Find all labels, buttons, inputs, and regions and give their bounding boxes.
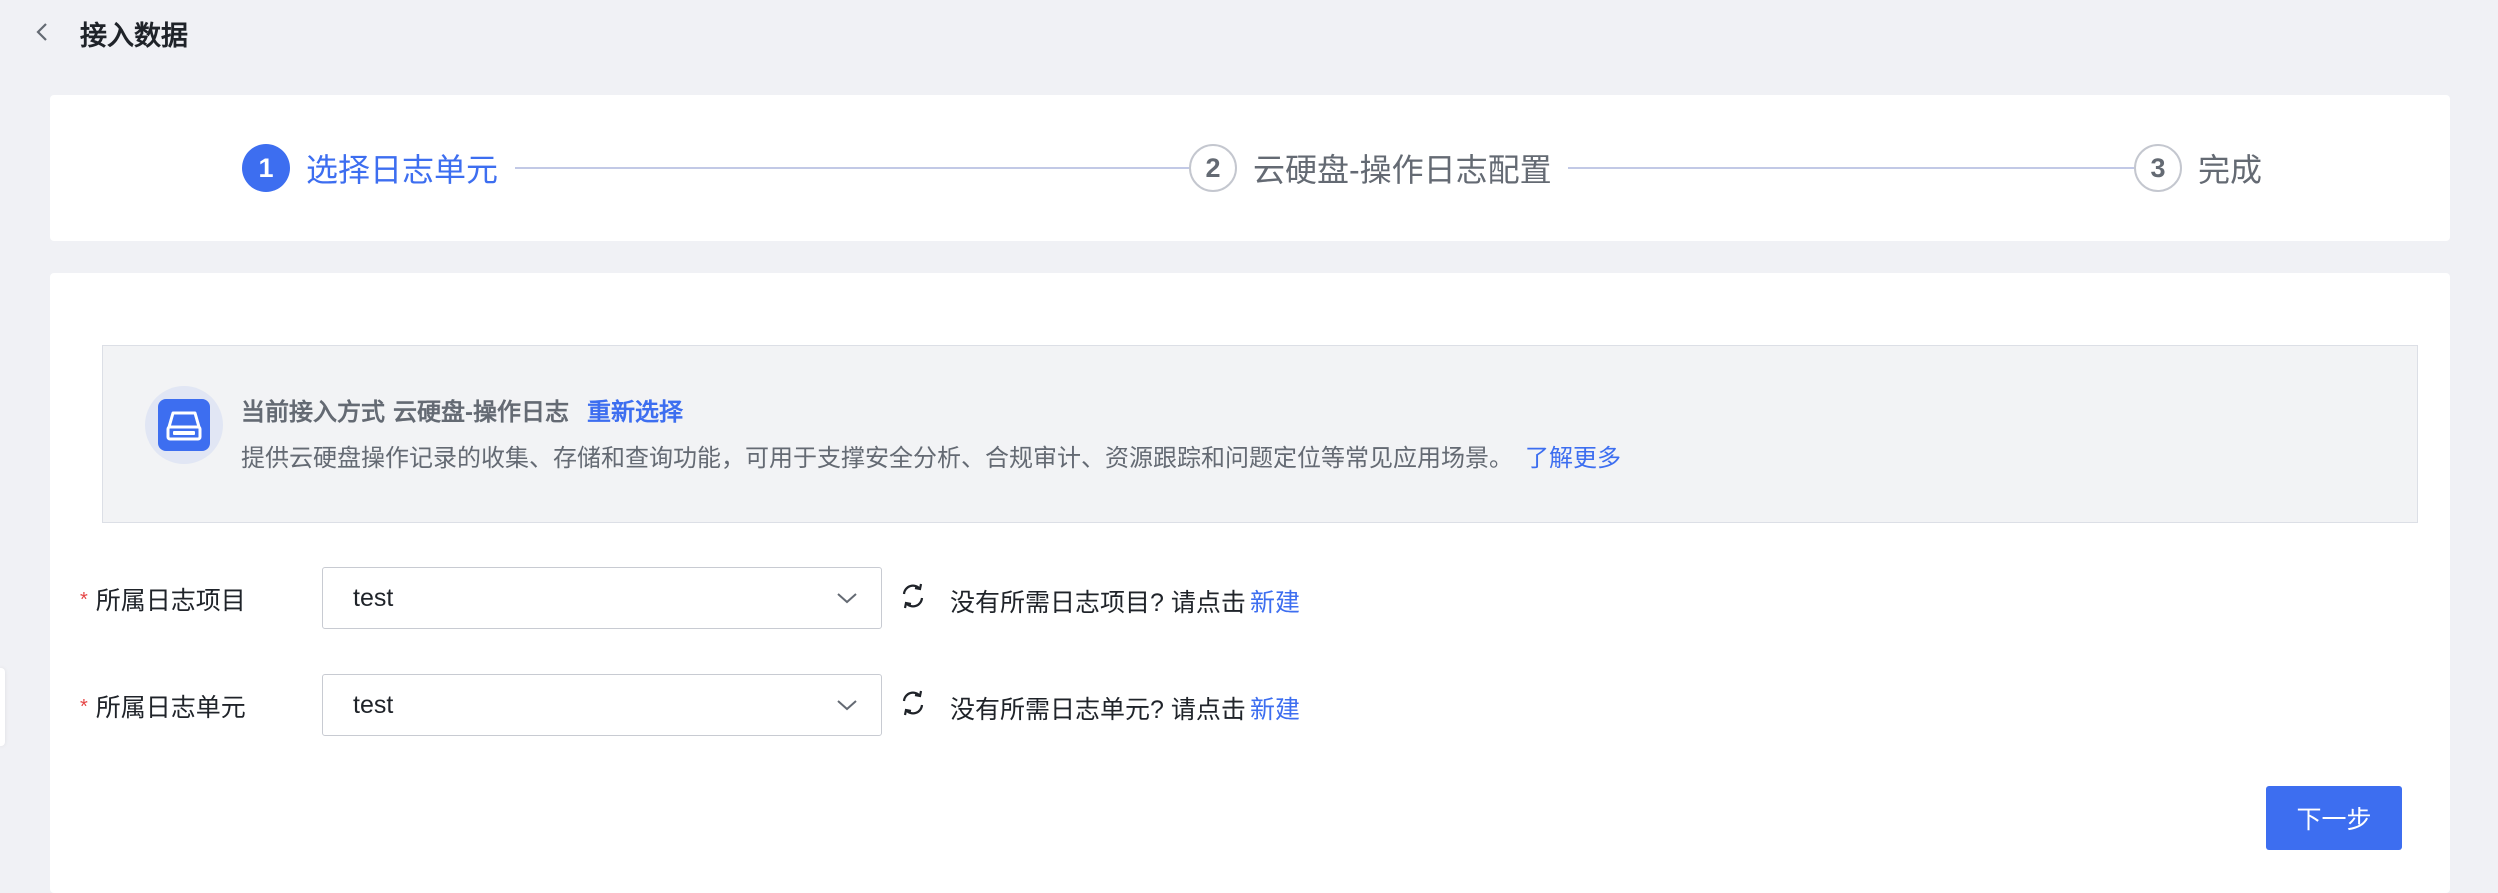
chevron-down-icon (835, 588, 859, 608)
access-mode-label: 当前接入方式 (241, 399, 385, 426)
step-2: 2 云硬盘-操作日志配置 (1189, 95, 1552, 241)
access-mode-info: 当前接入方式 云硬盘-操作日志 重新选择 提供云硬盘操作记录的收集、存储和查询功能，… (102, 345, 2418, 523)
create-log-project-link[interactable]: 新建 (1250, 583, 1300, 619)
log-project-value: test (353, 584, 394, 612)
log-unit-row: * 所属日志单元 test 没有所需日志单元? 请点击 新建 (80, 674, 1480, 738)
cloud-disk-icon (145, 386, 223, 464)
step-3: 3 完成 (2134, 95, 2262, 241)
log-unit-label: * 所属日志单元 (80, 688, 246, 724)
steps-card: 1 选择日志单元 2 云硬盘-操作日志配置 3 完成 (50, 95, 2450, 241)
step-1: 1 选择日志单元 (242, 95, 498, 241)
next-step-button[interactable]: 下一步 (2266, 786, 2402, 850)
refresh-icon[interactable] (898, 688, 928, 718)
log-project-row: * 所属日志项目 test 没有所需日志项目? 请点击 新建 (80, 567, 1480, 631)
log-project-label: * 所属日志项目 (80, 581, 246, 617)
access-mode-description: 提供云硬盘操作记录的收集、存储和查询功能，可用于支撑安全分析、合规审计、资源跟踪… (241, 438, 1621, 473)
required-mark: * (80, 696, 88, 718)
required-mark: * (80, 589, 88, 611)
log-unit-hint: 没有所需日志单元? 请点击 (950, 696, 1246, 724)
reselect-link[interactable]: 重新选择 (587, 399, 683, 426)
step-connector (1568, 167, 2164, 169)
log-project-label-text: 所属日志项目 (95, 587, 246, 615)
create-log-unit-link[interactable]: 新建 (1250, 690, 1300, 726)
step-label: 完成 (2198, 152, 2263, 188)
step-number: 3 (2134, 144, 2182, 192)
side-drawer-handle[interactable] (0, 668, 5, 746)
step-number: 1 (242, 144, 290, 192)
chevron-down-icon (835, 695, 859, 715)
chevron-left-icon[interactable] (30, 16, 54, 48)
access-mode-line: 当前接入方式 云硬盘-操作日志 重新选择 (241, 392, 683, 427)
log-project-select[interactable]: test (322, 567, 882, 629)
log-unit-value: test (353, 691, 394, 719)
step-label: 云硬盘-操作日志配置 (1253, 152, 1552, 188)
log-unit-select[interactable]: test (322, 674, 882, 736)
page-title: 接入数据 (80, 21, 188, 51)
access-mode-value: 云硬盘-操作日志 (393, 399, 569, 426)
log-unit-label-text: 所属日志单元 (95, 694, 246, 722)
learn-more-link[interactable]: 了解更多 (1525, 445, 1621, 472)
page-header: 接入数据 (0, 0, 2498, 66)
step-number: 2 (1189, 144, 1237, 192)
refresh-icon[interactable] (898, 581, 928, 611)
description-text: 提供云硬盘操作记录的收集、存储和查询功能，可用于支撑安全分析、合规审计、资源跟踪… (241, 445, 1513, 472)
log-project-hint: 没有所需日志项目? 请点击 (950, 589, 1246, 617)
step-connector (515, 167, 1219, 169)
step-label: 选择日志单元 (306, 152, 499, 188)
